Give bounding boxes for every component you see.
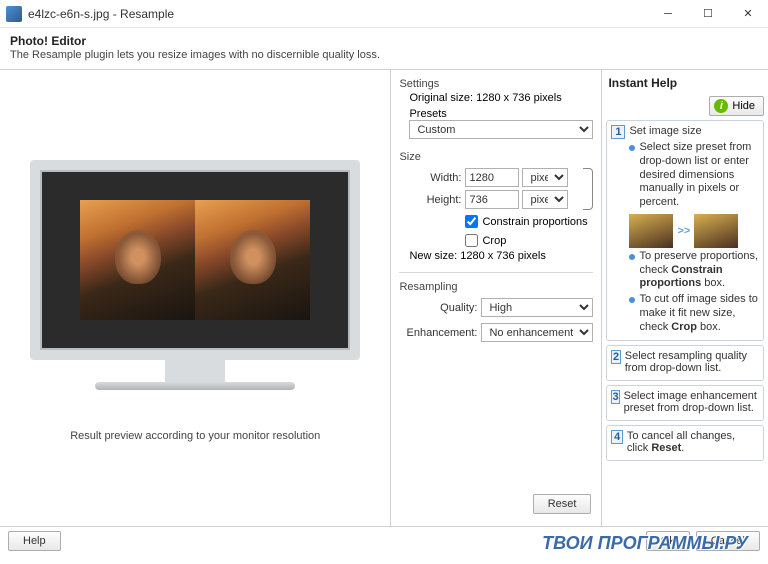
constrain-checkbox[interactable] bbox=[465, 215, 478, 228]
width-input[interactable] bbox=[465, 168, 519, 187]
footer: Help Ok Cancel ТВОИ ПРОГРАММЫ.РУ bbox=[0, 526, 768, 554]
maximize-button[interactable]: ☐ bbox=[688, 0, 728, 28]
crop-checkbox[interactable] bbox=[465, 234, 478, 247]
resampling-heading: Resampling bbox=[399, 281, 593, 293]
preview-pane: Result preview according to your monitor… bbox=[0, 70, 391, 526]
settings-pane: Settings Original size: 1280 x 736 pixel… bbox=[391, 70, 601, 526]
step-title: To cancel all changes, click Reset. bbox=[627, 430, 759, 454]
help-step: 4 To cancel all changes, click Reset. bbox=[606, 425, 764, 461]
size-heading: Size bbox=[399, 151, 593, 163]
width-unit-select[interactable]: pixels bbox=[522, 168, 568, 187]
preview-caption: Result preview according to your monitor… bbox=[70, 430, 320, 442]
settings-heading: Settings bbox=[399, 78, 593, 90]
step-number: 4 bbox=[611, 430, 622, 444]
crop-label: Crop bbox=[482, 235, 506, 247]
original-size-value: 1280 x 736 pixels bbox=[476, 92, 562, 104]
help-step: 3 Select image enhancement preset from dr… bbox=[606, 385, 764, 421]
step-title: Select image enhancement preset from dro… bbox=[624, 390, 759, 414]
height-unit-select[interactable]: pixels bbox=[522, 190, 568, 209]
app-icon bbox=[6, 6, 22, 22]
height-input[interactable] bbox=[465, 190, 519, 209]
step-number: 2 bbox=[611, 350, 620, 364]
close-button[interactable]: ✕ bbox=[728, 0, 768, 28]
height-label: Height: bbox=[399, 194, 461, 206]
help-pane: Instant Help i Hide 1 Set image size Selec… bbox=[601, 70, 768, 526]
window-title: e4lzc-e6n-s.jpg - Resample bbox=[28, 7, 648, 21]
hide-help-button[interactable]: i Hide bbox=[709, 96, 764, 116]
presets-select[interactable]: Custom bbox=[409, 120, 593, 139]
minimize-button[interactable]: ─ bbox=[648, 0, 688, 28]
enhancement-label: Enhancement: bbox=[399, 327, 477, 339]
header: Photo! Editor The Resample plugin lets y… bbox=[0, 28, 768, 70]
step-title: Select resampling quality from drop-down… bbox=[625, 350, 759, 374]
quality-select[interactable]: High bbox=[481, 298, 593, 317]
reset-button[interactable]: Reset bbox=[533, 494, 592, 514]
titlebar: e4lzc-e6n-s.jpg - Resample ─ ☐ ✕ bbox=[0, 0, 768, 28]
newsize-value: 1280 x 736 pixels bbox=[460, 250, 546, 262]
link-bracket-icon bbox=[583, 168, 593, 210]
app-title: Photo! Editor bbox=[10, 34, 758, 48]
help-title: Instant Help bbox=[606, 74, 764, 96]
newsize-label: New size: bbox=[409, 250, 457, 262]
help-step: 2 Select resampling quality from drop-dow… bbox=[606, 345, 764, 381]
presets-label: Presets bbox=[409, 108, 593, 120]
help-button[interactable]: Help bbox=[8, 531, 61, 551]
help-thumbs: >> bbox=[629, 214, 759, 248]
help-step: 1Set image sizeSelect size preset from d… bbox=[606, 120, 764, 341]
quality-label: Quality: bbox=[399, 302, 477, 314]
step-number: 1 bbox=[611, 125, 625, 139]
step-title: Set image size bbox=[629, 125, 701, 139]
app-subtitle: The Resample plugin lets you resize imag… bbox=[10, 49, 758, 61]
constrain-label: Constrain proportions bbox=[482, 216, 587, 228]
watermark: ТВОИ ПРОГРАММЫ.РУ bbox=[542, 533, 748, 554]
info-icon: i bbox=[714, 99, 728, 113]
width-label: Width: bbox=[399, 172, 461, 184]
enhancement-select[interactable]: No enhancement bbox=[481, 323, 593, 342]
step-number: 3 bbox=[611, 390, 619, 404]
preview-image bbox=[80, 200, 310, 320]
monitor-preview bbox=[30, 160, 360, 390]
original-size-label: Original size: bbox=[409, 92, 473, 104]
